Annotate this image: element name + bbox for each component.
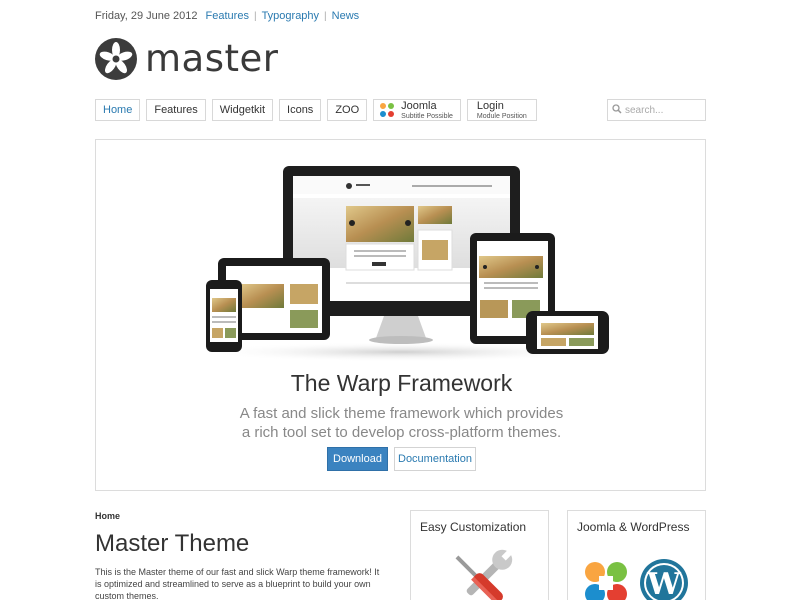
search-input[interactable] [625, 104, 700, 116]
intro-line: custom themes. [95, 591, 159, 600]
nav-item-zoo[interactable]: ZOO [327, 99, 368, 121]
nav-item-icons[interactable]: Icons [279, 99, 322, 121]
intro-line: This is the Master theme of our fast and… [95, 567, 380, 577]
separator: | [324, 10, 327, 22]
top-bar: Friday, 29 June 2012 Features | Typograp… [95, 10, 359, 22]
nav-label: Features [154, 104, 198, 116]
nav-label: Home [103, 104, 133, 116]
search-icon [612, 101, 622, 119]
panel-title: Joomla & WordPress [577, 520, 690, 534]
intro-line: is optimized and streamlined to serve as… [95, 579, 371, 589]
logo-flower-icon [95, 38, 137, 80]
toplink-features[interactable]: Features [206, 10, 249, 22]
hero-title: The Warp Framework [290, 370, 513, 396]
nav-label: Widgetkit [219, 104, 266, 116]
separator: | [253, 10, 257, 22]
current-date: Friday, 29 June 2012 [95, 10, 198, 22]
nav-label: Joomla [401, 99, 437, 112]
devices-illustration [201, 166, 609, 362]
logo-text: master [145, 37, 279, 80]
panel-joomla-wordpress: Joomla & WordPress W [567, 510, 706, 600]
page-title: Master Theme [95, 530, 250, 557]
nav-label: Login [476, 99, 504, 112]
documentation-button[interactable]: Documentation [394, 447, 476, 471]
panel-easy-customization: Easy Customization [410, 510, 549, 600]
nav-item-home[interactable]: Home [95, 99, 141, 121]
nav-label: ZOO [335, 104, 360, 116]
nav-subtitle: Module Position [476, 112, 527, 120]
nav-item-widgetkit[interactable]: Widgetkit [211, 99, 274, 121]
breadcrumb[interactable]: Home [95, 511, 120, 521]
tools-icon [455, 549, 513, 600]
hero-actions: Download Documentation [96, 447, 707, 471]
hero-panel: The Warp Framework A fast and slick them… [95, 139, 706, 491]
svg-text:W: W [646, 567, 682, 600]
search-box [607, 99, 706, 121]
nav-subtitle: Subtitle Possible [401, 112, 453, 120]
site-logo[interactable]: master [95, 38, 278, 80]
panel-title: Easy Customization [420, 520, 527, 534]
nav-item-joomla[interactable]: Joomla Subtitle Possible [373, 99, 461, 121]
hero-subtitle-line: A fast and slick theme framework which p… [239, 405, 564, 422]
toplink-news[interactable]: News [332, 10, 360, 22]
main-nav: Home Features Widgetkit Icons ZOO Joomla… [95, 99, 543, 121]
nav-item-features[interactable]: Features [146, 99, 206, 121]
toplink-typography[interactable]: Typography [262, 10, 319, 22]
hero-subtitle-line: a rich tool set to develop cross-platfor… [241, 424, 562, 441]
nav-label: Icons [287, 104, 314, 116]
intro-text: This is the Master theme of our fast and… [95, 566, 395, 600]
download-button[interactable]: Download [327, 447, 388, 471]
nav-item-login[interactable]: Login Module Position [466, 99, 537, 121]
joomla-icon [379, 102, 395, 118]
hero-subtitle: A fast and slick theme framework which p… [96, 404, 707, 442]
joomla-wordpress-icon: W [585, 559, 688, 600]
